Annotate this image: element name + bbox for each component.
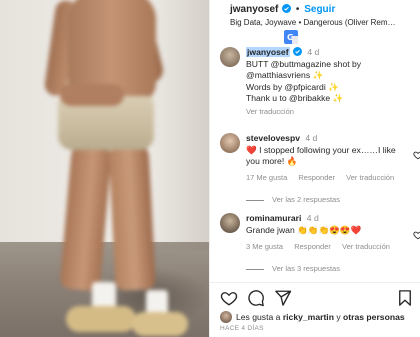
post-photo[interactable] — [0, 0, 209, 337]
verified-badge-icon — [282, 4, 292, 13]
photo-wall-shade — [149, 0, 209, 250]
comment-like-heart-icon[interactable] — [413, 150, 420, 160]
translate-icon[interactable]: G — [284, 30, 298, 44]
caption-body: jwanyosef 4 d BUTT @buttmagazine shot by… — [246, 47, 420, 118]
comment-like-heart-icon[interactable] — [413, 230, 420, 240]
liker-avatar[interactable] — [220, 311, 232, 323]
bookmark-icon[interactable] — [396, 289, 414, 307]
comment-time: 4 d — [306, 213, 319, 223]
comment-likes-count[interactable]: 3 Me gusta — [246, 242, 283, 251]
comment-translate-link[interactable]: Ver traducción — [346, 173, 394, 182]
replies-line — [246, 268, 264, 270]
comment-content: stevelovespv 4 d ❤️ I stopped following … — [246, 133, 406, 168]
caption-time: 4 d — [307, 47, 320, 57]
actions-divider — [210, 282, 420, 283]
follow-button[interactable]: Seguir — [304, 4, 335, 15]
comment-meta: 17 Me gusta Responder Ver traducción — [246, 173, 403, 182]
view-replies-button[interactable]: Ver las 3 respuestas — [246, 264, 340, 273]
view-replies-button[interactable]: Ver las 2 respuestas — [246, 195, 340, 204]
caption-line-3: Words by @pfpicardi ✨ — [246, 81, 339, 92]
caption-avatar[interactable] — [220, 47, 240, 67]
caption-line-4: Thank u to @bribakke ✨ — [246, 93, 344, 104]
post-date: HACE 4 DÍAS — [220, 325, 264, 332]
comment-time: 4 d — [305, 133, 318, 143]
header-user-row: jwanyosef • Seguir — [230, 4, 335, 15]
comment-meta: 3 Me gusta Responder Ver traducción — [246, 242, 399, 251]
comment-likes-count[interactable]: 17 Me gusta — [246, 173, 287, 182]
caption-line-2: @matthiasvriens ✨ — [246, 70, 324, 81]
comment-icon[interactable] — [247, 289, 265, 307]
comment-text: Grande jwan 👏👏👏😍😍❤️ — [246, 224, 362, 235]
header-separator: • — [295, 4, 300, 15]
share-icon[interactable] — [274, 289, 292, 307]
post-action-bar — [210, 287, 420, 309]
caption-username[interactable]: jwanyosef — [246, 47, 290, 57]
comment-username[interactable]: rominamurari — [246, 213, 301, 223]
audio-label[interactable]: Big Data, Joywave • Dangerous (Oliver Re… — [230, 18, 420, 27]
heart-icon[interactable] — [220, 289, 238, 307]
comment-avatar[interactable] — [220, 133, 240, 153]
comment-text: ❤️ I stopped following your ex……I like y… — [246, 144, 396, 167]
post-header: jwanyosef • Seguir Big Data, Joywave • D… — [210, 0, 420, 34]
caption-translate-link[interactable]: Ver traducción — [246, 106, 420, 118]
post-side-panel: jwanyosef • Seguir Big Data, Joywave • D… — [209, 0, 420, 337]
comment-reply-button[interactable]: Responder — [294, 242, 331, 251]
header-username[interactable]: jwanyosef — [230, 4, 278, 15]
likes-summary: Les gusta a ricky_martin y otras persona… — [220, 311, 420, 325]
verified-badge-icon — [292, 47, 302, 56]
comment-username[interactable]: stevelovespv — [246, 133, 300, 143]
comment-translate-link[interactable]: Ver traducción — [342, 242, 390, 251]
liker-username[interactable]: ricky_martin — [283, 312, 334, 322]
caption-line-1: BUTT @buttmagazine shot by — [246, 58, 362, 69]
likes-others-link[interactable]: otras personas — [343, 312, 405, 322]
likes-connector: y — [336, 312, 341, 322]
likes-prefix: Les gusta a — [236, 312, 281, 322]
comment-avatar[interactable] — [220, 213, 240, 233]
replies-line — [246, 199, 264, 201]
comment-reply-button[interactable]: Responder — [298, 173, 335, 182]
comment-content: rominamurari 4 d Grande jwan 👏👏👏😍😍❤️ — [246, 213, 406, 236]
